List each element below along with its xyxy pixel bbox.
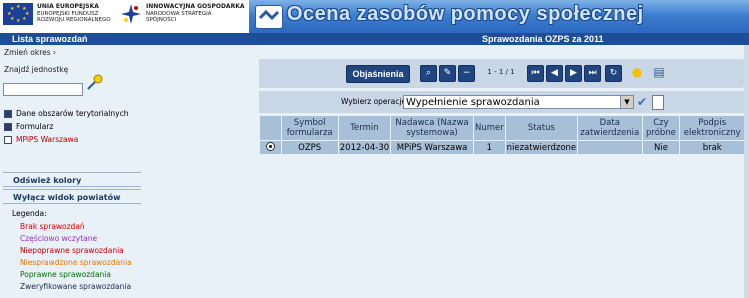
table-cell: brak — [679, 140, 745, 155]
app-title: Ocena zasobów pomocy społecznej — [287, 3, 644, 25]
table-cell: niezatwierdzone — [504, 140, 579, 155]
row-radio[interactable] — [265, 141, 275, 151]
reports-table: Symbol formularza Termin Nadawca (Nazwa … — [259, 115, 745, 155]
document-icon[interactable] — [652, 95, 664, 110]
refresh-colors-button[interactable]: Odśwież kolory — [3, 172, 141, 187]
column-header[interactable]: Nadawca (Nazwa systemowa) — [390, 115, 475, 141]
section-bar: Lista sprawozdań Sprawozdania OZPS za 20… — [0, 33, 749, 45]
eu-line1: UNIA EUROPEJSKA — [37, 3, 99, 11]
table-cell: 2012-04-30 — [337, 140, 392, 155]
disable-powiat-view-button[interactable]: Wyłącz widok powiatów — [3, 189, 141, 204]
ig-logo: INNOWACYJNA GOSPODARKA NARODOWA STRATEGI… — [120, 3, 244, 25]
lightbulb-icon[interactable]: ● — [629, 64, 645, 81]
ig-line1: INNOWACYJNA GOSPODARKA — [146, 3, 245, 11]
check-mpips[interactable]: MPiPS Warszawa — [4, 135, 78, 144]
header: ★ ★ ★ ★ ★ ★ ★ ★ UNIA EUROPEJSKA EUROPEJSKI FU… — [0, 0, 749, 33]
table-cell: OZPS — [280, 140, 339, 155]
operation-selected-value: Wypełnienie sprawozdania — [406, 97, 540, 108]
select-column-header — [259, 115, 282, 141]
pager-info: 1 - 1 / 1 — [487, 68, 515, 76]
prev-page-icon[interactable]: ◀ — [546, 65, 563, 82]
operation-row: Wybierz operację: Wypełnienie sprawozdan… — [259, 91, 744, 113]
find-unit-input[interactable] — [3, 83, 83, 96]
last-page-icon[interactable]: ⏭ — [584, 65, 601, 82]
column-header[interactable]: Czy próbne — [641, 115, 681, 141]
legend-label: Legenda: — [12, 209, 47, 218]
operation-label: Wybierz operację: — [341, 97, 409, 106]
check-territorial-data[interactable]: Dane obszarów terytorialnych — [4, 109, 128, 118]
checkbox-icon[interactable] — [4, 135, 12, 144]
legend-item: Niepoprawne sprawozdania — [20, 246, 124, 255]
table-cell: MPiPS Warszawa — [390, 140, 475, 155]
table-row[interactable]: OZPS 2012-04-30 MPiPS Warszawa 1 niezatw… — [259, 140, 745, 155]
table-cell — [577, 140, 643, 155]
search-key-icon[interactable] — [86, 73, 104, 91]
sidebar: Zmień okres › Znajdź jednostkę Dane obsz… — [0, 45, 143, 298]
column-header[interactable]: Termin — [337, 115, 392, 141]
column-header[interactable]: Numer — [473, 115, 506, 141]
print-icon[interactable]: ▤ — [651, 64, 667, 81]
table-header-row: Symbol formularza Termin Nadawca (Nazwa … — [259, 115, 745, 141]
eu-line2: EUROPEJSKI FUNDUSZ — [37, 10, 99, 17]
app-logo-icon — [255, 5, 283, 29]
search-icon[interactable]: ⌕ — [420, 65, 437, 82]
legend-item: Niesprawdzone sprawozdania — [20, 258, 132, 267]
table-cell: 1 — [473, 140, 506, 155]
column-header[interactable]: Data zatwierdzenia — [577, 115, 643, 141]
first-page-icon[interactable]: ⏮ — [527, 65, 544, 82]
vertical-scrollbar[interactable] — [744, 45, 749, 298]
confirm-check-icon[interactable]: ✔ — [637, 96, 649, 108]
legend-item: Brak sprawozdań — [20, 222, 85, 231]
column-header[interactable]: Podpis elektroniczny — [679, 115, 745, 141]
column-header[interactable]: Symbol formularza — [280, 115, 339, 141]
table-cell: Nie — [641, 140, 681, 155]
chevron-right-icon: › — [53, 48, 57, 57]
eu-line3: ROZWOJU REGIONALNEGO — [37, 17, 111, 24]
ig-line3: SPÓJNOŚCI — [146, 17, 177, 24]
row-select-cell[interactable] — [259, 140, 282, 155]
find-unit-label: Znajdź jednostkę — [4, 65, 69, 74]
report-period-title: Sprawozdania OZPS za 2011 — [482, 34, 604, 44]
checkbox-icon[interactable] — [4, 122, 12, 131]
legend-item: Częściowo wczytane — [20, 234, 98, 243]
minus-icon[interactable]: − — [458, 65, 475, 82]
legend-item: Zweryfikowane sprawozdania — [20, 282, 132, 291]
checkbox-icon[interactable] — [4, 109, 12, 118]
column-header[interactable]: Status — [504, 115, 579, 141]
explanations-button[interactable]: Objaśnienia — [346, 65, 410, 83]
section-title: Lista sprawozdań — [12, 34, 88, 44]
chevron-down-icon[interactable]: ▼ — [620, 96, 633, 108]
eu-logo: ★ ★ ★ ★ ★ ★ ★ ★ UNIA EUROPEJSKA EUROPEJSKI FU… — [3, 3, 111, 25]
edit-icon[interactable]: ✎ — [439, 65, 456, 82]
change-period-link[interactable]: Zmień okres › — [4, 48, 56, 57]
operation-select[interactable]: Wypełnienie sprawozdania ▼ — [403, 95, 634, 109]
toolbar: Objaśnienia ⌕ ✎ − 1 - 1 / 1 ⏮ ◀ ▶ ⏭ ↻ ● … — [259, 59, 744, 88]
refresh-icon[interactable]: ↻ — [605, 65, 622, 82]
title-bar: Ocena zasobów pomocy społecznej — [249, 0, 749, 33]
check-form[interactable]: Formularz — [4, 122, 53, 131]
ig-logo-icon — [120, 3, 142, 25]
ig-line2: NARODOWA STRATEGIA — [146, 10, 212, 17]
legend-item: Poprawne sprawozdania — [20, 270, 111, 279]
next-page-icon[interactable]: ▶ — [565, 65, 582, 82]
eu-flag-icon: ★ ★ ★ ★ ★ ★ ★ ★ — [3, 3, 33, 25]
